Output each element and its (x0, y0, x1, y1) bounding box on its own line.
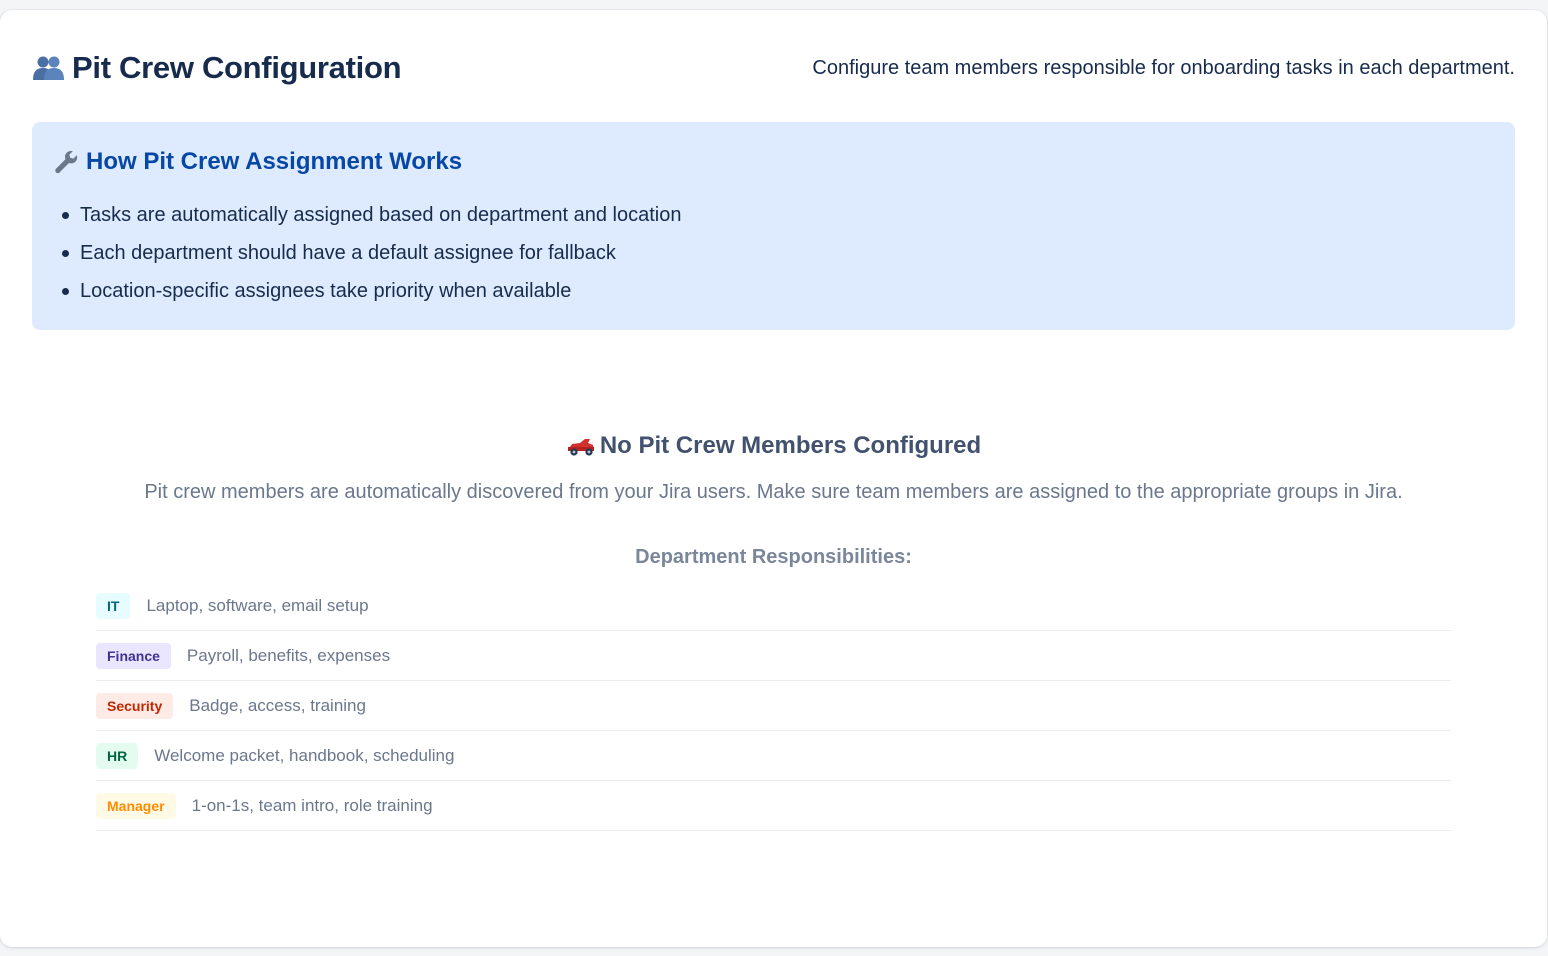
department-description: Welcome packet, handbook, scheduling (154, 745, 455, 765)
department-description: Laptop, software, email setup (146, 595, 369, 615)
department-row: HR Welcome packet, handbook, scheduling (96, 731, 1451, 781)
department-row: IT Laptop, software, email setup (96, 581, 1451, 631)
department-description: Badge, access, training (189, 695, 366, 715)
race-car-icon (566, 434, 596, 458)
wrench-icon (52, 149, 80, 175)
info-title: How Pit Crew Assignment Works (52, 146, 1495, 178)
empty-state-description: Pit crew members are automatically disco… (144, 481, 1403, 503)
department-badge-it: IT (96, 592, 131, 619)
assignment-info-box: How Pit Crew Assignment Works Tasks are … (32, 122, 1515, 330)
info-list: Tasks are automatically assigned based o… (52, 196, 1495, 310)
responsibilities-title: Department Responsibilities: (635, 546, 912, 568)
info-list-item: Tasks are automatically assigned based o… (52, 196, 1495, 234)
page-title: Pit Crew Configuration (32, 50, 402, 86)
info-title-text: How Pit Crew Assignment Works (86, 148, 463, 175)
info-list-item: Each department should have a default as… (52, 234, 1495, 272)
info-list-item: Location-specific assignees take priorit… (52, 272, 1495, 310)
department-row: Finance Payroll, benefits, expenses (96, 631, 1451, 681)
department-description: Payroll, benefits, expenses (186, 645, 391, 665)
page-subtitle: Configure team members responsible for o… (812, 56, 1515, 79)
department-badge-finance: Finance (96, 642, 171, 669)
department-row: Manager 1-on-1s, team intro, role traini… (96, 781, 1451, 831)
department-badge-hr: HR (96, 742, 139, 769)
department-row: Security Badge, access, training (96, 681, 1451, 731)
pit-crew-config-card: Pit Crew Configuration Configure team me… (0, 10, 1547, 947)
department-badge-security: Security (96, 692, 174, 719)
page-title-text: Pit Crew Configuration (72, 50, 402, 85)
empty-state-title-text: No Pit Crew Members Configured (599, 432, 982, 459)
page-header: Pit Crew Configuration Configure team me… (32, 46, 1515, 90)
responsibilities-list: IT Laptop, software, email setup Finance… (96, 581, 1451, 831)
people-icon (32, 53, 66, 83)
department-description: 1-on-1s, team intro, role training (191, 795, 433, 815)
department-badge-manager: Manager (96, 792, 176, 819)
empty-state: No Pit Crew Members Configured Pit crew … (96, 430, 1451, 831)
empty-state-title: No Pit Crew Members Configured (96, 430, 1451, 462)
